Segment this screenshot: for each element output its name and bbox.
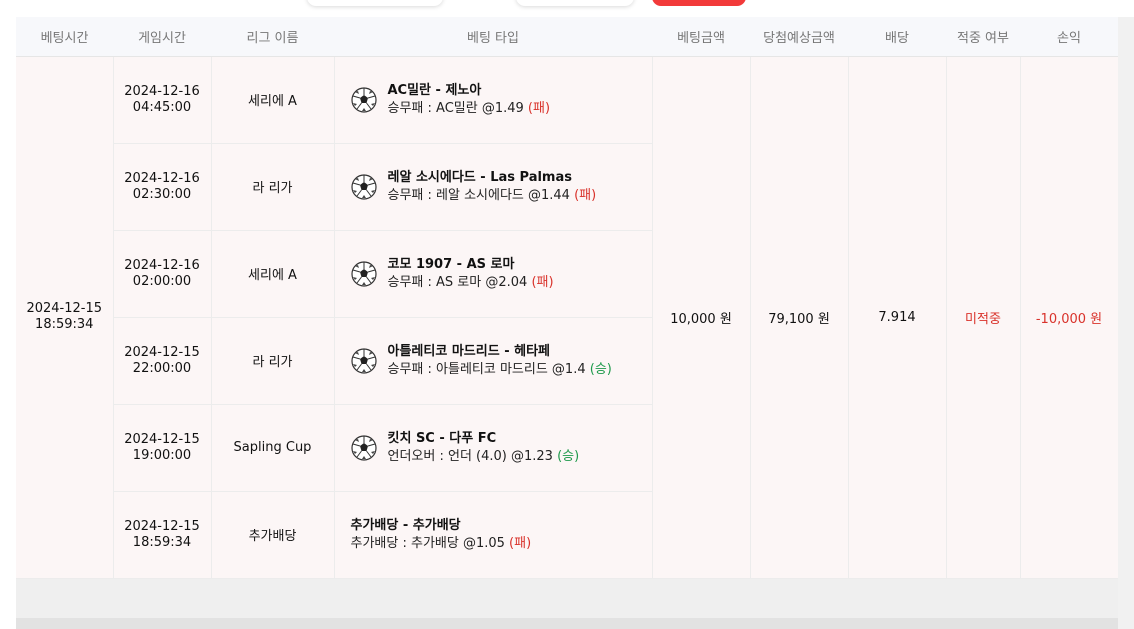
expected-payout: 79,100 원 (750, 56, 849, 579)
header-profit: 손익 (1020, 17, 1118, 57)
game-time: 2024-12-16 02:00:00 (113, 230, 212, 318)
scrollbar-thumb[interactable] (1120, 21, 1132, 625)
bet-type-cell: AC밀란 - 제노아승무패 : AC밀란 @1.49 (패) (334, 56, 653, 144)
game-time: 2024-12-15 19:00:00 (113, 404, 212, 492)
league-name: 라 리가 (211, 143, 335, 231)
league-name: 추가배당 (211, 491, 335, 579)
bet-type-cell: 코모 1907 - AS 로마승무패 : AS 로마 @2.04 (패) (334, 230, 653, 318)
game-time: 2024-12-15 22:00:00 (113, 317, 212, 405)
match-name: AC밀란 - 제노아 (387, 82, 482, 98)
bet-history-table: 베팅시간 게임시간 리그 이름 베팅 타입 베팅금액 당첨예상금액 배당 적중 … (16, 17, 1118, 629)
bet-amount: 10,000 원 (652, 56, 751, 579)
vertical-scrollbar[interactable] (1118, 17, 1134, 629)
header-odds: 배당 (848, 17, 946, 57)
match-name: 추가배당 - 추가배당 (350, 517, 461, 533)
bet-pick: 승무패 : 아틀레티코 마드리드 @1.4 (387, 361, 586, 377)
league-name: 세리에 A (211, 56, 335, 144)
result-badge: (패) (574, 187, 597, 203)
bet-type-cell: 추가배당 - 추가배당추가배당 : 추가배당 @1.05 (패) (334, 491, 653, 579)
league-name: 세리에 A (211, 230, 335, 318)
status-badge: 미적중 (946, 56, 1021, 579)
top-toolbar (0, 0, 1134, 17)
header-game-time: 게임시간 (113, 17, 211, 57)
bet-pick: 언더오버 : 언더 (4.0) @1.23 (387, 448, 553, 464)
bet-pick: 승무패 : AC밀란 @1.49 (387, 100, 524, 116)
result-badge: (패) (509, 535, 532, 551)
match-name: 레알 소시에다드 - Las Palmas (387, 169, 572, 185)
match-name: 아틀레티코 마드리드 - 헤타페 (387, 343, 551, 359)
filter-button[interactable] (307, 0, 443, 6)
bet-time: 2024-12-15 18:59:34 (16, 56, 114, 579)
bet-pick: 승무패 : AS 로마 @2.04 (387, 274, 528, 290)
game-time: 2024-12-16 04:45:00 (113, 56, 212, 144)
table-footer (16, 578, 1118, 619)
header-league: 리그 이름 (211, 17, 334, 57)
result-badge: (승) (589, 361, 612, 377)
date-filter-button[interactable] (516, 0, 634, 6)
search-button[interactable] (652, 0, 746, 6)
league-name: Sapling Cup (211, 404, 335, 492)
soccer-ball-icon (350, 173, 377, 200)
header-bet-type: 베팅 타입 (334, 17, 652, 57)
bet-type-cell: 킷치 SC - 다푸 FC 언더오버 : 언더 (4.0) @1.23 (승) (334, 404, 653, 492)
soccer-ball-icon (350, 347, 377, 374)
match-name: 킷치 SC - 다푸 FC (387, 430, 497, 446)
bet-pick: 승무패 : 레알 소시에다드 @1.44 (387, 187, 570, 203)
result-badge: (패) (527, 100, 551, 116)
horizontal-scrollbar[interactable] (16, 618, 1118, 629)
bet-pick: 추가배당 : 추가배당 @1.05 (350, 535, 505, 551)
bet-type-cell: 아틀레티코 마드리드 - 헤타페승무패 : 아틀레티코 마드리드 @1.4 (승… (334, 317, 653, 405)
result-badge: (패) (531, 274, 554, 290)
soccer-ball-icon (350, 86, 377, 113)
odds-value: 7.914 (848, 56, 947, 579)
profit-value: -10,000 원 (1020, 56, 1118, 579)
table-header-row: 베팅시간 게임시간 리그 이름 베팅 타입 베팅금액 당첨예상금액 배당 적중 … (16, 17, 1118, 57)
league-name: 라 리가 (211, 317, 335, 405)
result-badge: (승) (557, 448, 580, 464)
game-time: 2024-12-16 02:30:00 (113, 143, 212, 231)
header-bet-time: 베팅시간 (16, 17, 113, 57)
header-bet-amount: 베팅금액 (652, 17, 750, 57)
bet-type-cell: 레알 소시에다드 - Las Palmas 승무패 : 레알 소시에다드 @1.4… (334, 143, 653, 231)
header-status: 적중 여부 (946, 17, 1020, 57)
soccer-ball-icon (350, 260, 377, 287)
soccer-ball-icon (350, 434, 377, 461)
match-name: 코모 1907 - AS 로마 (387, 256, 515, 272)
table-row: 2024-12-15 18:59:34 2024-12-16 04:45:00 세리… (16, 56, 1118, 579)
game-time: 2024-12-15 18:59:34 (113, 491, 212, 579)
header-expected-payout: 당첨예상금액 (750, 17, 848, 57)
